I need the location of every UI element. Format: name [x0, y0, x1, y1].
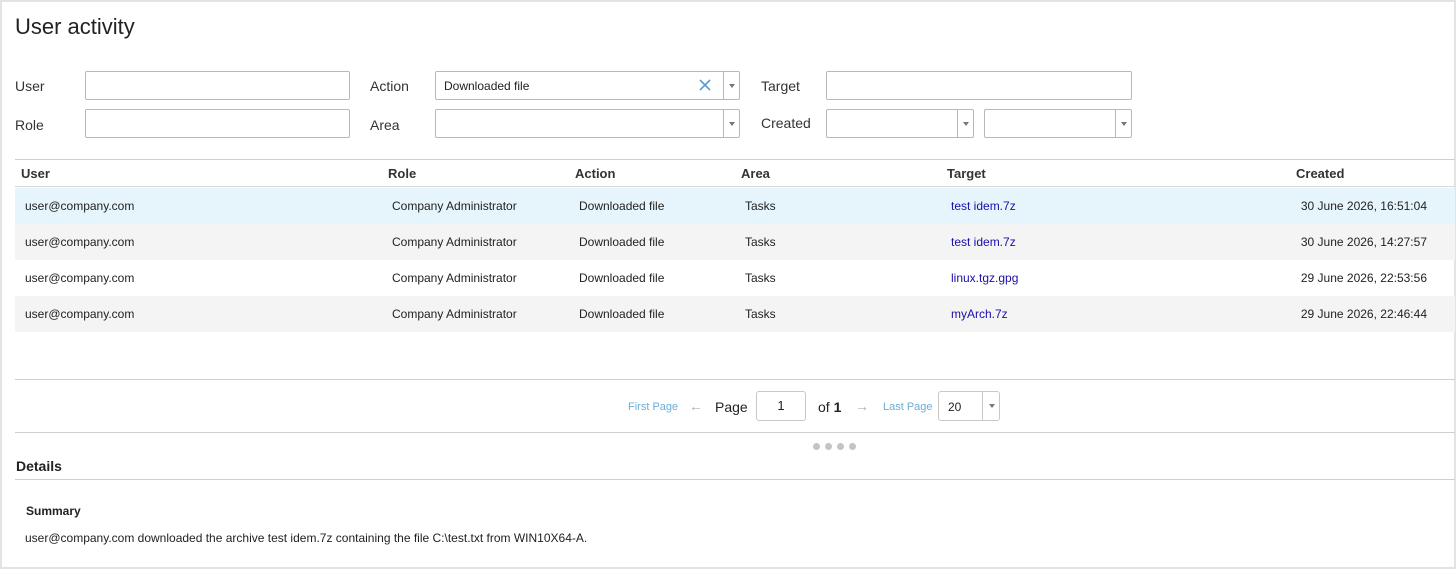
page-count: of 1: [818, 399, 841, 415]
cell-user: user@company.com: [25, 235, 135, 249]
area-filter-label: Area: [370, 117, 400, 133]
current-page-input[interactable]: 1: [756, 391, 806, 421]
previous-page-arrow-icon[interactable]: ←: [689, 398, 703, 414]
role-filter-label: Role: [15, 117, 44, 133]
cell-user: user@company.com: [25, 271, 135, 285]
page-size-value: 20: [948, 400, 962, 414]
cell-created: 29 June 2026, 22:46:44: [1300, 307, 1427, 321]
chevron-down-icon[interactable]: [1115, 110, 1131, 137]
target-filter-input[interactable]: [826, 71, 1132, 100]
column-header-created[interactable]: Created: [1296, 166, 1344, 181]
cell-area: Tasks: [745, 271, 776, 285]
chevron-down-icon[interactable]: [723, 110, 739, 137]
column-header-action[interactable]: Action: [575, 166, 615, 181]
cell-target[interactable]: test idem.7z: [951, 199, 1016, 213]
pager-bottom-divider: [15, 432, 1455, 433]
cell-created: 30 June 2026, 14:27:57: [1300, 235, 1427, 249]
cell-area: Tasks: [745, 307, 776, 321]
last-page-link[interactable]: Last Page: [883, 401, 933, 413]
table-row[interactable]: user@company.com Company Administrator Dow…: [15, 260, 1455, 296]
cell-area: Tasks: [745, 235, 776, 249]
created-to-combo[interactable]: [984, 109, 1132, 138]
cell-user: user@company.com: [25, 199, 135, 213]
cell-action: Downloaded file: [579, 199, 665, 213]
user-filter-label: User: [15, 78, 45, 94]
cell-area: Tasks: [745, 199, 776, 213]
total-pages: 1: [833, 399, 842, 415]
summary-title: Summary: [26, 504, 81, 518]
page-size-combo[interactable]: 20: [938, 391, 1000, 421]
created-from-combo[interactable]: [826, 109, 974, 138]
cell-action: Downloaded file: [579, 307, 665, 321]
column-header-area[interactable]: Area: [741, 166, 770, 181]
cell-action: Downloaded file: [579, 271, 665, 285]
cell-role: Company Administrator: [392, 307, 517, 321]
role-filter-input[interactable]: [85, 109, 350, 138]
chevron-down-icon[interactable]: [723, 72, 739, 99]
splitter-handle[interactable]: [813, 437, 863, 450]
grid-header: User Role Action Area Target Created: [15, 160, 1455, 187]
table-row[interactable]: user@company.com Company Administrator Dow…: [15, 188, 1455, 224]
cell-role: Company Administrator: [392, 271, 517, 285]
clear-icon[interactable]: [698, 78, 712, 92]
cell-created: 30 June 2026, 16:51:04: [1300, 199, 1427, 213]
column-header-user[interactable]: User: [21, 166, 50, 181]
column-header-role[interactable]: Role: [388, 166, 416, 181]
table-row[interactable]: user@company.com Company Administrator Dow…: [15, 224, 1455, 260]
page-title: User activity: [15, 14, 135, 39]
cell-role: Company Administrator: [392, 199, 517, 213]
chevron-down-icon[interactable]: [957, 110, 973, 137]
cell-target[interactable]: myArch.7z: [951, 307, 1008, 321]
cell-role: Company Administrator: [392, 235, 517, 249]
next-page-arrow-icon[interactable]: →: [855, 398, 869, 414]
first-page-link[interactable]: First Page: [628, 401, 678, 413]
cell-user: user@company.com: [25, 307, 135, 321]
page-label: Page: [715, 399, 748, 415]
user-filter-input[interactable]: [85, 71, 350, 100]
action-filter-combo[interactable]: Downloaded file: [435, 71, 740, 100]
action-filter-value: Downloaded file: [444, 79, 530, 93]
area-filter-combo[interactable]: [435, 109, 740, 138]
details-divider: [15, 479, 1455, 480]
of-label: of: [818, 399, 830, 415]
chevron-down-icon[interactable]: [982, 392, 999, 420]
column-header-target[interactable]: Target: [947, 166, 986, 181]
table-row[interactable]: user@company.com Company Administrator Dow…: [15, 296, 1455, 332]
created-filter-label: Created: [761, 115, 811, 131]
pager-top-divider: [15, 379, 1455, 380]
details-title: Details: [16, 458, 62, 474]
cell-target[interactable]: test idem.7z: [951, 235, 1016, 249]
cell-target[interactable]: linux.tgz.gpg: [951, 271, 1018, 285]
action-filter-label: Action: [370, 78, 409, 94]
target-filter-label: Target: [761, 78, 800, 94]
cell-action: Downloaded file: [579, 235, 665, 249]
summary-text: user@company.com downloaded the archive …: [25, 531, 588, 545]
cell-created: 29 June 2026, 22:53:56: [1300, 271, 1427, 285]
